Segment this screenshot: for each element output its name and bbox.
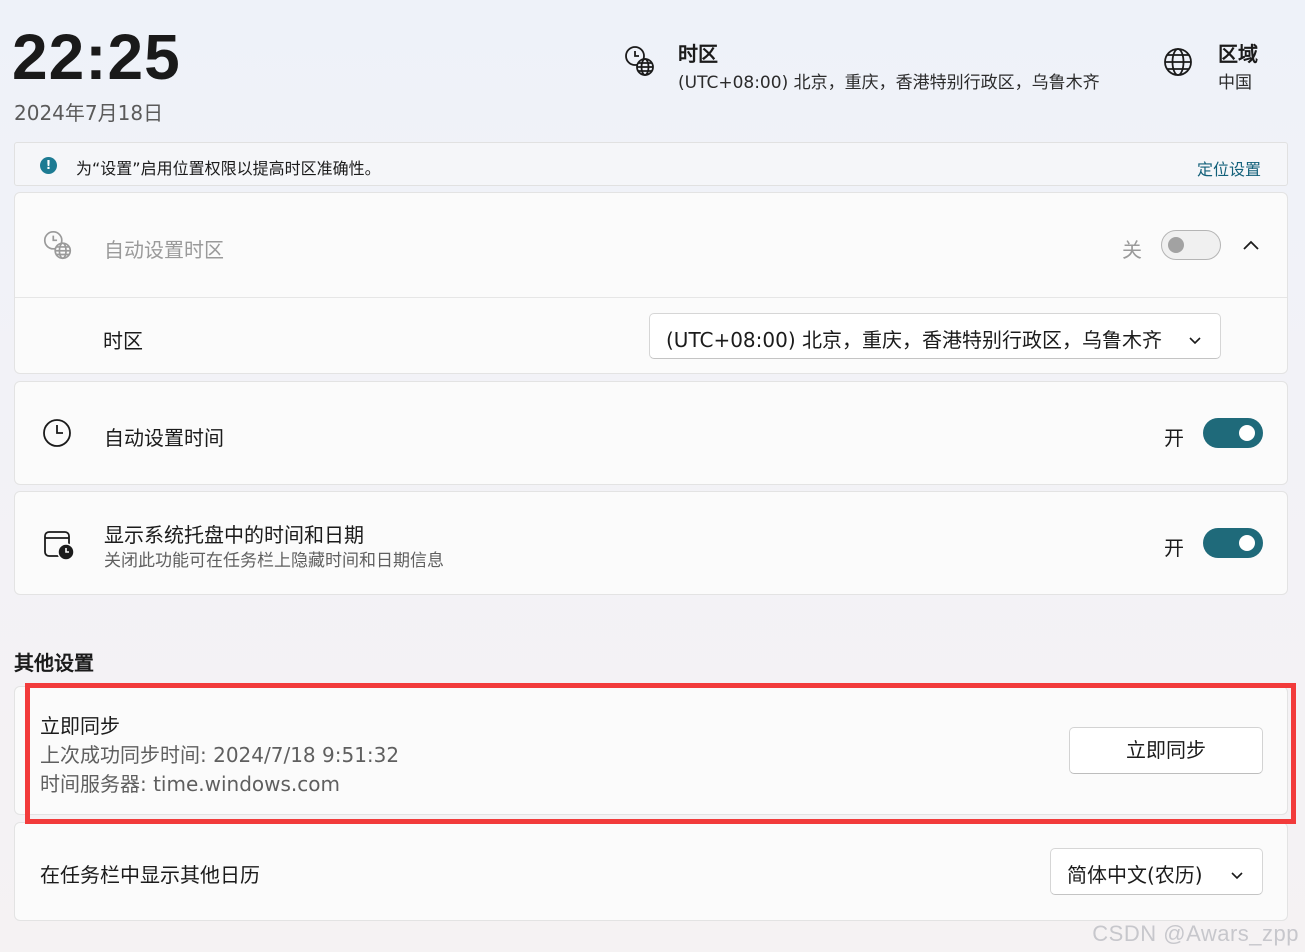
chevron-down-icon	[1188, 328, 1202, 345]
timezone-field-label: 时区	[103, 329, 143, 353]
chevron-up-icon[interactable]	[1241, 236, 1261, 256]
info-icon: !	[40, 157, 57, 174]
tray-time-toggle[interactable]	[1203, 528, 1263, 558]
header-region-title: 区域	[1218, 42, 1258, 66]
tray-time-card: 显示系统托盘中的时间和日期 关闭此功能可在任务栏上隐藏时间和日期信息 开	[14, 491, 1288, 595]
auto-time-card: 自动设置时间 开	[14, 381, 1288, 485]
auto-timezone-toggle[interactable]	[1161, 230, 1221, 260]
other-calendar-label: 在任务栏中显示其他日历	[40, 863, 260, 887]
auto-time-toggle[interactable]	[1203, 418, 1263, 448]
calendar-dropdown-value: 简体中文(农历)	[1067, 863, 1203, 887]
header-timezone-title: 时区	[678, 42, 718, 66]
toggle-knob	[1239, 425, 1255, 441]
auto-timezone-card: 自动设置时区 关 时区 (UTC+08:00) 北京，重庆，香港特别行政区，乌鲁…	[14, 192, 1288, 374]
other-settings-heading: 其他设置	[14, 651, 94, 675]
timezone-dropdown-value: (UTC+08:00) 北京，重庆，香港特别行政区，乌鲁木齐	[666, 328, 1163, 352]
globe-icon	[1160, 44, 1196, 80]
clock-icon	[41, 417, 75, 451]
other-calendar-card: 在任务栏中显示其他日历 简体中文(农历)	[14, 822, 1288, 921]
chevron-down-icon	[1230, 863, 1244, 880]
header-region-value: 中国	[1218, 73, 1252, 93]
tray-time-state: 开	[1164, 536, 1184, 560]
tray-time-description: 关闭此功能可在任务栏上隐藏时间和日期信息	[104, 551, 444, 571]
auto-timezone-label: 自动设置时区	[104, 238, 224, 262]
last-sync-time: 上次成功同步时间: 2024/7/18 9:51:32	[40, 743, 400, 767]
sync-now-button[interactable]: 立即同步	[1069, 727, 1263, 774]
location-permission-infobar: ! 为“设置”启用位置权限以提高时区准确性。 定位设置	[14, 142, 1288, 186]
clock-date: 2024年7月18日	[14, 101, 164, 125]
sync-title: 立即同步	[40, 714, 120, 738]
toggle-knob	[1168, 237, 1184, 253]
location-settings-link[interactable]: 定位设置	[1197, 156, 1261, 180]
clock-time: 22:25	[12, 21, 181, 93]
tray-time-label: 显示系统托盘中的时间和日期	[104, 523, 364, 547]
clock-globe-icon	[41, 229, 75, 263]
card-divider	[15, 297, 1287, 298]
toggle-knob	[1239, 535, 1255, 551]
sync-now-card: 立即同步 上次成功同步时间: 2024/7/18 9:51:32 时间服务器: …	[14, 686, 1288, 815]
auto-timezone-state: 关	[1122, 238, 1142, 262]
watermark: CSDN @Awars_zpp	[1092, 921, 1299, 946]
auto-time-label: 自动设置时间	[104, 426, 224, 450]
infobar-message: 为“设置”启用位置权限以提高时区准确性。	[76, 159, 381, 178]
auto-time-state: 开	[1164, 426, 1184, 450]
header-timezone-value: (UTC+08:00) 北京，重庆，香港特别行政区，乌鲁木齐	[678, 73, 1100, 93]
calendar-clock-icon	[42, 528, 76, 562]
time-server: 时间服务器: time.windows.com	[40, 772, 341, 796]
calendar-dropdown[interactable]: 简体中文(农历)	[1050, 848, 1263, 895]
timezone-dropdown[interactable]: (UTC+08:00) 北京，重庆，香港特别行政区，乌鲁木齐	[649, 313, 1221, 359]
clock-globe-icon	[622, 44, 658, 80]
